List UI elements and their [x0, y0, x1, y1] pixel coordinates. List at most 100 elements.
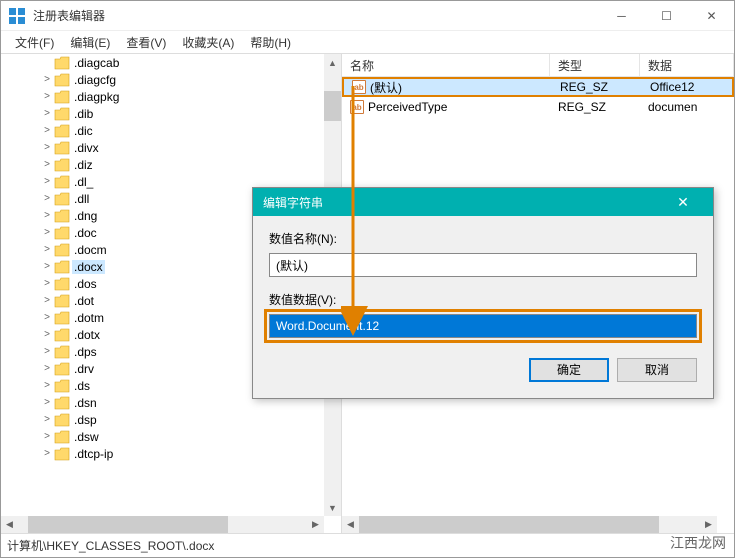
expander-icon[interactable]: >	[41, 414, 53, 425]
tree-node-label: .dotm	[72, 311, 106, 325]
folder-icon	[54, 294, 70, 308]
folder-icon	[54, 107, 70, 121]
ok-button[interactable]: 确定	[529, 358, 609, 382]
dialog-close-button[interactable]: ✕	[663, 194, 703, 211]
expander-icon[interactable]: >	[41, 312, 53, 323]
list-row[interactable]: abPerceivedTypeREG_SZdocumen	[342, 97, 734, 117]
column-name[interactable]: 名称	[342, 54, 550, 76]
menu-edit[interactable]: 编辑(E)	[62, 32, 118, 53]
titlebar: 注册表编辑器 ─ ☐ ✕	[1, 1, 734, 31]
column-data[interactable]: 数据	[640, 54, 734, 76]
watermark: 江西龙网	[670, 533, 726, 553]
folder-icon	[54, 362, 70, 376]
expander-icon[interactable]: >	[41, 108, 53, 119]
scroll-right-icon[interactable]: ▶	[700, 516, 717, 533]
status-path: 计算机\HKEY_CLASSES_ROOT\.docx	[7, 537, 214, 554]
scroll-down-icon[interactable]: ▼	[324, 499, 341, 516]
window-controls: ─ ☐ ✕	[599, 1, 734, 31]
expander-icon[interactable]: >	[41, 261, 53, 272]
tree-node-label: .dll	[72, 192, 91, 206]
folder-icon	[54, 379, 70, 393]
tree-node-label: .dsp	[72, 413, 99, 427]
tree-node[interactable]: > .dib	[1, 105, 341, 122]
maximize-button[interactable]: ☐	[644, 1, 689, 31]
expander-icon[interactable]: >	[41, 278, 53, 289]
tree-node[interactable]: >.dsw	[1, 428, 341, 445]
data-input[interactable]	[269, 314, 697, 338]
cancel-button[interactable]: 取消	[617, 358, 697, 382]
expander-icon[interactable]: >	[41, 74, 53, 85]
expander-icon[interactable]: >	[41, 363, 53, 374]
tree-node-label: .doc	[72, 226, 99, 240]
tree-node-label: .dotx	[72, 328, 102, 342]
expander-icon[interactable]: >	[41, 295, 53, 306]
scroll-left-icon[interactable]: ◀	[342, 516, 359, 533]
expander-icon[interactable]: >	[41, 193, 53, 204]
folder-icon	[54, 209, 70, 223]
folder-icon	[54, 73, 70, 87]
value-name: PerceivedType	[368, 100, 447, 114]
name-input[interactable]	[269, 253, 697, 277]
name-label: 数值名称(N):	[269, 230, 697, 247]
minimize-button[interactable]: ─	[599, 1, 644, 31]
folder-icon	[54, 413, 70, 427]
expander-icon[interactable]: >	[41, 91, 53, 102]
menu-help[interactable]: 帮助(H)	[242, 32, 299, 53]
tree-node[interactable]: >.dtcp-ip	[1, 445, 341, 462]
tree-node[interactable]: >.divx	[1, 139, 341, 156]
expander-icon[interactable]: >	[41, 176, 53, 187]
expander-icon[interactable]: >	[41, 227, 53, 238]
expander-icon[interactable]: >	[41, 210, 53, 221]
expander-icon[interactable]: >	[41, 346, 53, 357]
scroll-up-icon[interactable]: ▲	[324, 54, 341, 71]
tree-node[interactable]: >.diz	[1, 156, 341, 173]
tree-node-label: .dng	[72, 209, 99, 223]
menu-file[interactable]: 文件(F)	[7, 32, 62, 53]
expander-icon[interactable]: >	[41, 159, 53, 170]
expander-icon[interactable]: >	[41, 244, 53, 255]
expander-icon[interactable]: >	[41, 142, 53, 153]
dialog-title: 编辑字符串	[263, 194, 663, 211]
tree-node[interactable]: >.diagcfg	[1, 71, 341, 88]
menu-favorites[interactable]: 收藏夹(A)	[174, 32, 242, 53]
tree-node[interactable]: >.diagpkg	[1, 88, 341, 105]
tree-node-label: .dps	[72, 345, 99, 359]
expander-icon[interactable]: >	[41, 380, 53, 391]
folder-icon	[54, 328, 70, 342]
tree-scrollbar-horizontal[interactable]: ◀ ▶	[1, 516, 324, 533]
folder-icon	[54, 141, 70, 155]
list-row[interactable]: ab(默认)REG_SZOffice12	[342, 77, 734, 97]
tree-node-label: .drv	[72, 362, 96, 376]
window-title: 注册表编辑器	[33, 7, 599, 24]
folder-icon	[54, 447, 70, 461]
folder-icon	[54, 243, 70, 257]
expander-icon[interactable]: >	[41, 125, 53, 136]
menubar: 文件(F) 编辑(E) 查看(V) 收藏夹(A) 帮助(H)	[1, 31, 734, 53]
folder-icon	[54, 430, 70, 444]
close-button[interactable]: ✕	[689, 1, 734, 31]
expander-icon[interactable]: >	[41, 448, 53, 459]
list-scrollbar-horizontal[interactable]: ◀ ▶	[342, 516, 717, 533]
folder-icon	[54, 90, 70, 104]
scroll-right-icon[interactable]: ▶	[307, 516, 324, 533]
menu-view[interactable]: 查看(V)	[118, 32, 174, 53]
tree-node[interactable]: >.dic	[1, 122, 341, 139]
dialog-titlebar[interactable]: 编辑字符串 ✕	[253, 188, 713, 216]
tree-node-label: .dl_	[72, 175, 95, 189]
tree-node[interactable]: > .dsp	[1, 411, 341, 428]
tree-node[interactable]: .diagcab	[1, 54, 341, 71]
expander-icon[interactable]: >	[41, 329, 53, 340]
app-icon	[9, 8, 25, 24]
column-type[interactable]: 类型	[550, 54, 640, 76]
value-type: REG_SZ	[550, 99, 640, 115]
expander-icon[interactable]: >	[41, 397, 53, 408]
tree-node-label: .dos	[72, 277, 99, 291]
value-type: REG_SZ	[552, 79, 642, 95]
tree-node-label: .dib	[72, 107, 95, 121]
folder-icon	[54, 311, 70, 325]
folder-icon	[54, 260, 70, 274]
tree-node-label: .dsn	[72, 396, 99, 410]
tree-node-label: .docx	[72, 260, 105, 274]
expander-icon[interactable]: >	[41, 431, 53, 442]
scroll-left-icon[interactable]: ◀	[1, 516, 18, 533]
